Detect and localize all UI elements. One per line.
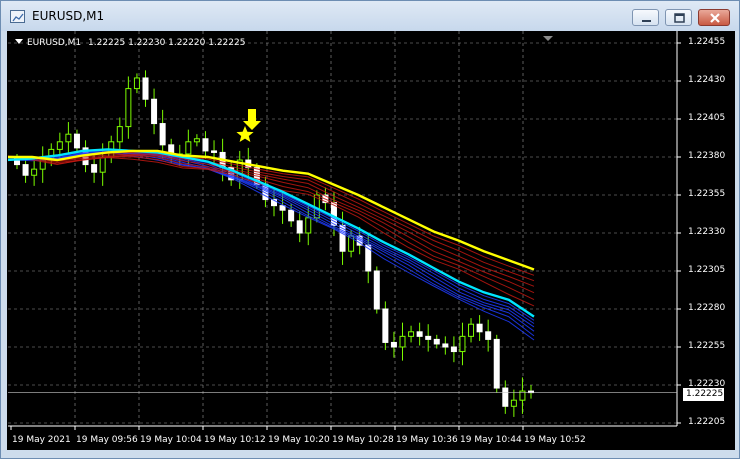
bear-candle	[442, 343, 449, 348]
slow-ma-line	[8, 149, 535, 271]
y-tick-label: 1.22330	[688, 227, 726, 237]
bear-candle	[151, 98, 158, 125]
bear-candle	[450, 346, 457, 353]
y-tick-label: 1.22455	[688, 37, 726, 47]
bear-candle	[296, 220, 303, 234]
bear-candle	[22, 164, 29, 176]
window-title: EURUSD,M1	[32, 9, 105, 23]
bear-candle	[502, 387, 509, 407]
title-bar[interactable]: EURUSD,M1	[1, 1, 739, 31]
bear-candle	[279, 205, 286, 211]
bull-candle	[305, 217, 312, 234]
bear-candle	[73, 133, 80, 149]
bull-candle	[399, 335, 406, 348]
chart-window-icon	[10, 10, 25, 23]
bull-candle	[459, 335, 466, 353]
short-ma-ribbon-line	[8, 151, 535, 341]
close-icon	[710, 13, 720, 23]
y-tick-label: 1.22305	[688, 265, 726, 275]
minimize-icon	[642, 20, 651, 22]
long-ma-ribbon-line	[8, 153, 535, 282]
bull-candle	[116, 126, 123, 143]
bull-candle	[185, 141, 192, 155]
x-tick-label: 19 May 10:28	[332, 435, 394, 445]
price-chart[interactable]: EURUSD,M1 1.22225 1.22230 1.22220 1.2222…	[7, 31, 735, 450]
y-tick-label: 1.22380	[688, 151, 726, 161]
x-tick-label: 19 May 10:52	[524, 435, 586, 445]
bull-candle	[31, 168, 38, 176]
bear-candle	[425, 335, 432, 340]
x-tick-label: 19 May 09:56	[76, 435, 138, 445]
bear-candle	[416, 331, 423, 337]
bull-candle	[99, 156, 106, 173]
bull-candle	[65, 133, 72, 143]
bull-candle	[56, 141, 63, 150]
maximize-button[interactable]	[665, 9, 692, 26]
long-ma-ribbon-line	[8, 151, 535, 276]
close-button[interactable]	[698, 9, 730, 26]
y-tick-label: 1.22355	[688, 189, 726, 199]
symbol-label: EURUSD,M1	[15, 38, 81, 48]
current-price-label: 1.22225	[683, 388, 724, 401]
bear-candle	[433, 338, 440, 345]
bear-candle	[390, 341, 397, 348]
bear-candle	[373, 270, 380, 310]
bear-candle	[159, 123, 166, 146]
bull-candle	[193, 138, 200, 143]
bear-candle	[476, 323, 483, 333]
x-tick-label: 19 May 10:36	[396, 435, 458, 445]
chart-shift-marker[interactable]	[543, 36, 553, 41]
bear-candle	[142, 77, 149, 100]
x-tick-label: 19 May 10:12	[204, 435, 266, 445]
long-ma-ribbon-line	[8, 155, 535, 301]
ohlc-values: 1.22225 1.22230 1.22220 1.22225	[88, 38, 246, 48]
bull-candle	[468, 323, 475, 337]
ohlc-info: EURUSD,M1 1.22225 1.22230 1.22220 1.2222…	[15, 38, 245, 48]
bear-candle	[211, 150, 218, 153]
sell-arrow-icon	[243, 109, 261, 130]
chart-window: EURUSD,M1 EURUSD,M1 1.22225 1.22230 1.22…	[0, 0, 740, 459]
bear-candle	[493, 338, 500, 389]
y-tick-label: 1.22205	[688, 417, 726, 427]
maximize-icon	[674, 13, 685, 23]
bull-candle	[510, 399, 517, 407]
bear-candle	[288, 209, 295, 222]
y-tick-label: 1.22280	[688, 303, 726, 313]
bull-candle	[408, 331, 415, 337]
minimize-button[interactable]	[632, 9, 659, 26]
x-tick-label: 19 May 10:44	[460, 435, 522, 445]
y-tick-label: 1.22255	[688, 341, 726, 351]
bear-candle	[91, 164, 98, 173]
bull-candle	[133, 77, 140, 90]
bear-candle	[485, 331, 492, 340]
x-tick-label: 19 May 10:20	[268, 435, 330, 445]
x-tick-label: 19 May 10:04	[140, 435, 202, 445]
price-chart-svg	[8, 31, 681, 430]
x-tick-label: 19 May 2021	[12, 435, 71, 445]
y-tick-label: 1.22430	[688, 75, 726, 85]
y-tick-label: 1.22405	[688, 113, 726, 123]
bear-candle	[202, 138, 209, 152]
bull-candle	[125, 88, 132, 128]
bear-candle	[382, 308, 389, 343]
